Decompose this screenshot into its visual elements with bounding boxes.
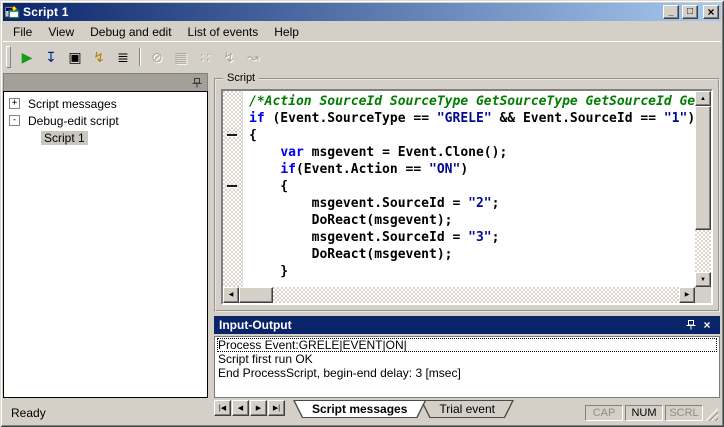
event-edit-icon: ↝	[247, 48, 259, 65]
scroll-right-icon[interactable]: ▶	[679, 287, 695, 303]
toolbar: ▶ ↧ ▣ ↯ ≣ ⊘ ▦ ∷ ↯ ↝	[3, 41, 721, 72]
output-list[interactable]: Process Event:GRELE|EVENT|ON| Script firs…	[214, 336, 720, 398]
tree-item-label: Script 1	[41, 130, 88, 145]
pin-icon[interactable]	[683, 320, 699, 330]
toolbar-buttons: ▶ ↧ ▣ ↯ ≣ ⊘ ▦ ∷ ↯ ↝	[15, 43, 265, 70]
code-line: msgevent.SourceId = "2";	[249, 196, 500, 211]
code-line: DoReact(msgevent);	[249, 213, 453, 228]
menu-item-file[interactable]: File	[5, 23, 40, 41]
tab-label: Script messages	[294, 401, 425, 417]
tab-script-messages[interactable]: Script messages	[293, 400, 426, 418]
close-icon[interactable]: ×	[699, 319, 715, 331]
title-bar[interactable]: Script 1 _ □ ×	[3, 3, 721, 21]
output-panel-title: Input-Output	[219, 318, 292, 332]
event-filter-icon: ↯	[223, 48, 235, 65]
run-script-button[interactable]: ▶	[15, 46, 39, 68]
brace-marker-icon	[227, 185, 237, 187]
tree-item-debug-edit-script[interactable]: - Debug-edit script	[4, 112, 207, 129]
code-line: msgevent.SourceId = "3";	[249, 230, 500, 245]
maximize-button[interactable]: □	[682, 5, 698, 19]
menu-item-view[interactable]: View	[40, 23, 82, 41]
script-groupbox: Script /*Action SourceId SourceType GetS…	[214, 72, 720, 312]
code-line: {	[249, 128, 257, 143]
brace-marker-icon	[227, 134, 237, 136]
tree-item-script-1[interactable]: Script 1	[4, 129, 207, 146]
code-line: if (Event.SourceType == "GRELE" && Event…	[249, 111, 695, 126]
horizontal-scrollbar[interactable]: ◀ ▶	[223, 287, 695, 303]
app-window: Script 1 _ □ × File View Debug and edit Lis…	[0, 0, 724, 427]
output-panel: Input-Output × Process Event:GRELE|EVENT…	[214, 316, 720, 398]
status-indicator-scrl: SCRL	[665, 404, 703, 421]
grid-button: ▦	[169, 46, 193, 68]
menu-item-list-of-events[interactable]: List of events	[180, 23, 267, 41]
editor-gutter	[223, 91, 243, 287]
app-icon	[4, 5, 20, 19]
tree-item-label: Script messages	[28, 96, 117, 111]
save-icon: ▣	[68, 48, 82, 65]
resize-grip[interactable]	[705, 408, 718, 421]
vertical-scrollbar[interactable]: ▲ ▼	[695, 91, 711, 287]
grid-icon: ▦	[174, 48, 188, 65]
minimize-button[interactable]: _	[663, 5, 679, 19]
vertical-scroll-track[interactable]	[695, 230, 711, 272]
script-event-icon: ↯	[93, 48, 105, 65]
save-button[interactable]: ▣	[63, 46, 87, 68]
code-editor[interactable]: /*Action SourceId SourceType GetSourceTy…	[221, 89, 713, 305]
erase-icon: ⊘	[151, 48, 163, 65]
sidebar: + Script messages - Debug-edit script Script…	[3, 73, 208, 398]
window-title: Script 1	[23, 5, 69, 19]
code-line: DoReact(msgevent);	[249, 247, 453, 262]
save-list-icon: ↧	[45, 48, 57, 65]
text-lines-icon: ≣	[117, 48, 129, 65]
sidebar-header	[3, 73, 208, 91]
dice-icon: ∷	[200, 48, 210, 65]
code-line: {	[249, 179, 289, 194]
scroll-left-icon[interactable]: ◀	[223, 287, 239, 303]
menu-item-help[interactable]: Help	[266, 23, 307, 41]
scrollbar-corner	[695, 287, 711, 303]
output-panel-header: Input-Output ×	[214, 316, 720, 334]
code-line: }	[249, 264, 289, 279]
main-area: + Script messages - Debug-edit script Script…	[3, 72, 721, 400]
code-line: /*Action SourceId SourceType GetSourceTy…	[249, 94, 695, 109]
event-filter-button: ↯	[217, 46, 241, 68]
pin-icon[interactable]	[189, 76, 204, 89]
code-line: if(Event.Action == "ON")	[280, 162, 469, 177]
scroll-up-icon[interactable]: ▲	[695, 91, 711, 106]
keyboard-indicators: CAP NUM SCRL	[583, 404, 703, 421]
expand-icon[interactable]: +	[9, 98, 20, 109]
toolbar-separator	[139, 47, 141, 66]
code-line: var msgevent = Event.Clone();	[280, 145, 508, 160]
status-indicator-cap: CAP	[585, 404, 623, 421]
dice-button: ∷	[193, 46, 217, 68]
tree-item-script-messages[interactable]: + Script messages	[4, 95, 207, 112]
output-line[interactable]: Script first run OK	[217, 352, 717, 366]
script-event-button[interactable]: ↯	[87, 46, 111, 68]
menu-item-debug-and-edit[interactable]: Debug and edit	[82, 23, 179, 41]
erase-button: ⊘	[145, 46, 169, 68]
close-button[interactable]: ×	[703, 5, 719, 19]
status-indicator-num: NUM	[625, 404, 663, 421]
code-area[interactable]: /*Action SourceId SourceType GetSourceTy…	[243, 91, 695, 287]
run-script-icon: ▶	[21, 48, 33, 65]
horizontal-scroll-thumb[interactable]	[239, 287, 273, 303]
tree-item-label: Debug-edit script	[28, 113, 119, 128]
event-edit-button: ↝	[241, 46, 265, 68]
menu-bar: File View Debug and edit List of events Help	[3, 22, 721, 41]
script-groupbox-label: Script	[223, 72, 260, 84]
text-lines-button[interactable]: ≣	[111, 46, 135, 68]
output-line[interactable]: Process Event:GRELE|EVENT|ON|	[217, 338, 717, 352]
vertical-scroll-thumb[interactable]	[695, 106, 711, 230]
horizontal-scroll-track[interactable]	[273, 287, 679, 303]
status-message: Ready	[11, 405, 46, 420]
save-list-button[interactable]: ↧	[39, 46, 63, 68]
script-tree[interactable]: + Script messages - Debug-edit script Script…	[3, 91, 208, 398]
output-line[interactable]: End ProcessScript, begin-end delay: 3 [m…	[217, 366, 717, 380]
collapse-icon[interactable]: -	[9, 115, 20, 126]
right-column: Script /*Action SourceId SourceType GetS…	[214, 72, 720, 398]
scroll-down-icon[interactable]: ▼	[695, 272, 711, 287]
toolbar-grip[interactable]	[6, 45, 11, 68]
